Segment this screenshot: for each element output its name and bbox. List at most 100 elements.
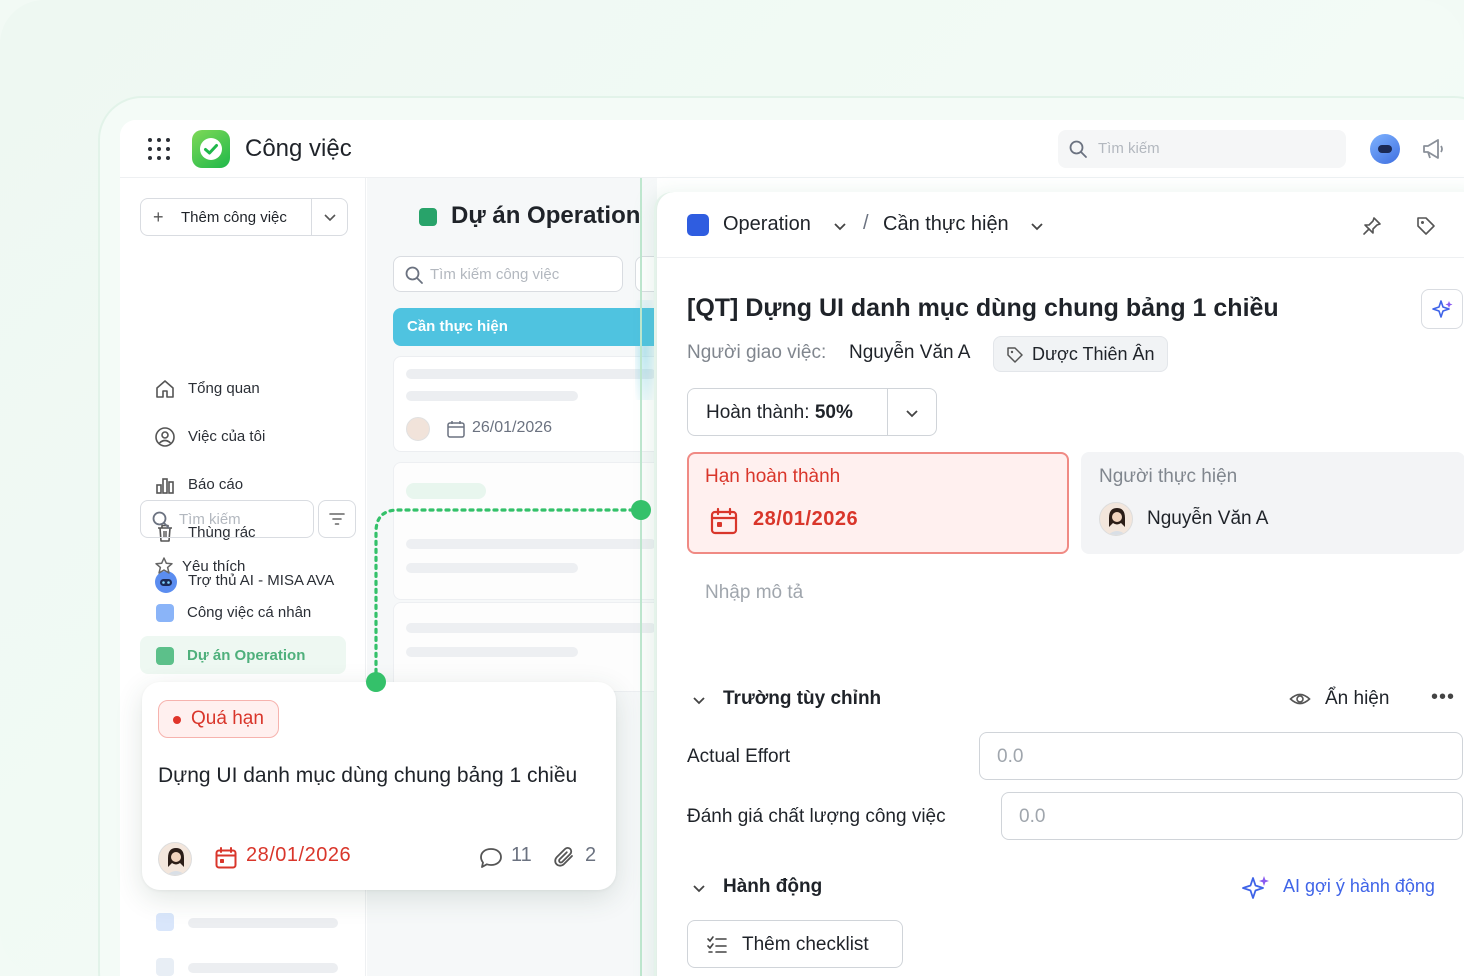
filter-button[interactable]	[318, 500, 356, 538]
user-circle-icon	[155, 427, 175, 447]
quality-rating-input[interactable]: 0.0	[1001, 792, 1463, 840]
panel-divider	[640, 178, 642, 976]
placeholder-tag	[406, 483, 486, 499]
sidebar-item-label: Tổng quan	[188, 380, 260, 397]
custom-fields-title: Trường tùy chỉnh	[723, 688, 882, 709]
ai-suggest-action-link[interactable]: AI gợi ý hành động	[1241, 874, 1435, 907]
more-options-icon[interactable]: •••	[1431, 686, 1455, 709]
toggle-visibility-button[interactable]: Ẩn hiện	[1289, 688, 1389, 715]
overdue-task-card[interactable]: Quá hạn Dựng UI danh mục dùng chung bảng…	[142, 682, 616, 890]
sidebar-item-reports[interactable]: Báo cáo	[154, 470, 354, 500]
description-input[interactable]: Nhập mô tả	[705, 582, 803, 604]
chevron-down-icon[interactable]	[904, 405, 920, 421]
calendar-icon	[215, 847, 237, 869]
project-label: Dự án Operation	[187, 647, 306, 664]
add-checklist-label: Thêm checklist	[742, 934, 869, 955]
add-task-label: Thêm công việc	[181, 209, 287, 226]
tag-icon[interactable]	[1415, 215, 1437, 237]
board-filter-button[interactable]	[635, 256, 655, 292]
task-card[interactable]	[393, 602, 657, 692]
placeholder-bar	[406, 369, 656, 379]
field-label: Đánh giá chất lượng công việc	[687, 806, 946, 827]
tag-icon	[1007, 347, 1023, 363]
split-divider	[887, 389, 888, 435]
ai-assistant-icon[interactable]	[1370, 134, 1400, 164]
avatar	[1099, 502, 1133, 536]
placeholder-bar	[406, 623, 656, 633]
tag-label: Dược Thiên Ân	[1032, 344, 1155, 364]
add-task-button[interactable]: + Thêm công việc	[140, 198, 348, 236]
sidebar-project-personal[interactable]: Công việc cá nhân	[156, 598, 356, 626]
assignee-name: Nguyễn Văn A	[1147, 508, 1269, 529]
search-icon	[152, 511, 170, 529]
placeholder-bar	[188, 963, 338, 973]
card-date: 26/01/2026	[472, 419, 553, 436]
assignee-label: Người thực hiện	[1099, 466, 1238, 487]
column-header-todo[interactable]: Cần thực hiện	[393, 308, 657, 346]
plus-icon: +	[153, 207, 164, 227]
chevron-down-icon[interactable]	[1029, 218, 1045, 234]
sidebar-item-my-tasks[interactable]: Việc của tôi	[154, 422, 354, 452]
ai-sparkle-button[interactable]	[1421, 289, 1463, 329]
progress-dropdown[interactable]: Hoàn thành: 50%	[687, 388, 937, 436]
assignee-field[interactable]: Người thực hiện Nguyễn Văn A	[1081, 452, 1464, 554]
task-title[interactable]: [QT] Dựng UI danh mục dùng chung bảng 1 …	[687, 294, 1279, 323]
search-placeholder: Tìm kiếm	[1098, 140, 1160, 157]
sidebar-item-label: Báo cáo	[188, 476, 244, 493]
field-value: 0.0	[1019, 806, 1046, 827]
card-title: Dựng UI danh mục dùng chung bảng 1 chiều	[158, 764, 578, 787]
pin-icon[interactable]	[1361, 215, 1383, 237]
field-value: 0.0	[997, 746, 1024, 767]
field-label: Actual Effort	[687, 746, 791, 767]
assigner-name: Nguyễn Văn A	[849, 342, 971, 363]
sidebar-search-input[interactable]: Tìm kiếm	[140, 500, 314, 538]
deadline-field[interactable]: Hạn hoàn thành 28/01/2026	[687, 452, 1069, 554]
project-color-square	[687, 214, 709, 236]
app-logo-icon	[192, 130, 230, 168]
sidebar-item-label: Việc của tôi	[188, 428, 266, 445]
sidebar-item-favorites[interactable]: Yêu thích	[154, 552, 354, 582]
task-detail-panel: Operation / Cần thực hiện [QT] Dựng UI d…	[656, 192, 1464, 976]
chevron-down-icon[interactable]	[323, 210, 337, 224]
announcement-icon[interactable]	[1420, 136, 1446, 162]
task-search-input[interactable]: Tìm kiếm công việc	[393, 256, 623, 292]
project-label: Công việc cá nhân	[187, 604, 312, 621]
project-color-square	[156, 647, 174, 665]
sidebar-project-operation[interactable]: Dự án Operation	[156, 641, 356, 669]
actual-effort-input[interactable]: 0.0	[979, 732, 1463, 780]
assigner-label: Người giao việc:	[687, 342, 827, 363]
calendar-icon	[710, 507, 738, 535]
placeholder-square	[156, 958, 174, 976]
tag-chip[interactable]: Dược Thiên Ân	[993, 336, 1168, 372]
app-launcher-icon[interactable]	[146, 136, 172, 162]
global-search-input[interactable]: Tìm kiếm	[1058, 130, 1346, 168]
task-card[interactable]	[393, 462, 657, 600]
avatar	[158, 842, 192, 876]
project-selector[interactable]: Operation	[723, 213, 811, 236]
detail-header: Operation / Cần thực hiện	[657, 192, 1464, 258]
home-icon	[156, 380, 174, 398]
comment-icon	[480, 848, 502, 868]
app-title: Công việc	[245, 135, 352, 162]
star-icon	[155, 557, 173, 574]
deadline-value: 28/01/2026	[753, 508, 859, 530]
sidebar-item-overview[interactable]: Tổng quan	[154, 374, 354, 404]
placeholder-bar	[188, 918, 338, 928]
chart-bar-icon	[156, 478, 174, 494]
sparkle-icon	[1242, 876, 1269, 899]
chevron-down-icon[interactable]	[691, 692, 707, 708]
column-label: Cần thực hiện	[407, 318, 508, 335]
add-checklist-button[interactable]: Thêm checklist	[687, 920, 903, 968]
task-card[interactable]: 26/01/2026	[393, 356, 657, 452]
calendar-icon	[447, 421, 465, 438]
placeholder-bar	[406, 647, 578, 657]
status-selector[interactable]: Cần thực hiện	[883, 213, 1009, 236]
progress-label: Hoàn thành: 50%	[706, 402, 853, 424]
search-placeholder: Tìm kiếm công việc	[430, 266, 560, 283]
chevron-down-icon[interactable]	[832, 218, 848, 234]
attachment-icon	[554, 846, 573, 867]
chevron-down-icon[interactable]	[691, 880, 707, 896]
project-color-square	[156, 604, 174, 622]
search-placeholder: Tìm kiếm	[179, 511, 241, 528]
placeholder-bar	[406, 539, 656, 549]
